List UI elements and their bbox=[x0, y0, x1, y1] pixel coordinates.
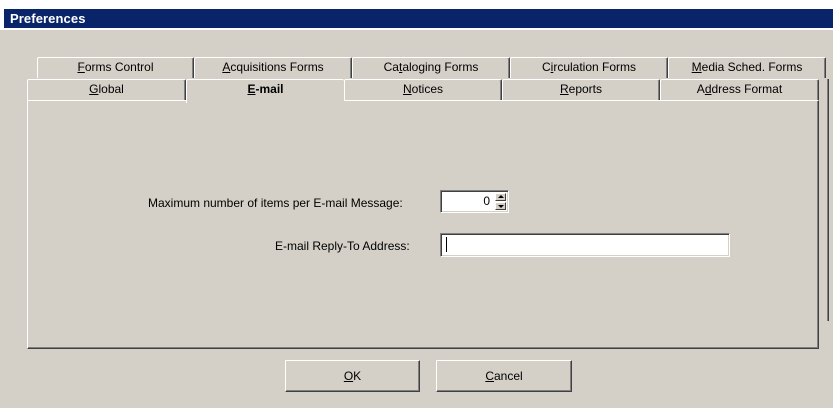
tab-label-rest: eports bbox=[568, 82, 603, 96]
tab-label-rest: aloging Forms bbox=[402, 60, 479, 74]
arrow-up-icon bbox=[498, 195, 504, 198]
spinner-down-button[interactable] bbox=[495, 202, 506, 210]
tab-label-rest: cquisitions Forms bbox=[230, 60, 324, 74]
reply-to-input[interactable] bbox=[440, 233, 730, 257]
tab-accelerator: N bbox=[402, 82, 412, 96]
tab-label-rest: dress Format bbox=[711, 82, 783, 96]
titlebar-background: Preferences bbox=[4, 9, 833, 28]
tab-accelerator: R bbox=[559, 82, 569, 96]
button-label-rest: ancel bbox=[493, 368, 523, 383]
tab-media-sched-forms[interactable]: Media Sched. Forms bbox=[668, 57, 826, 78]
spinner-up-button[interactable] bbox=[495, 193, 506, 201]
tab-label-prefix: Ca bbox=[383, 60, 399, 74]
tab-notices[interactable]: Notices bbox=[344, 79, 502, 100]
cancel-button[interactable]: Cancel bbox=[436, 360, 572, 392]
reply-to-label: E-mail Reply-To Address: bbox=[275, 239, 410, 253]
tab-label-rest: edia Sched. Forms bbox=[701, 60, 803, 74]
button-label-rest: K bbox=[353, 368, 362, 383]
tab-label-rest: lobal bbox=[98, 82, 124, 96]
tab-label-rest: orms Control bbox=[84, 60, 154, 74]
button-accelerator: C bbox=[485, 368, 494, 383]
arrow-down-icon bbox=[498, 205, 504, 208]
max-items-value: 0 bbox=[483, 194, 490, 208]
window-title: Preferences bbox=[10, 11, 86, 26]
tab-label-prefix: A bbox=[696, 82, 705, 96]
tab-email[interactable]: E-mail bbox=[186, 79, 344, 103]
tab-accelerator: F bbox=[77, 60, 85, 74]
tab-reports[interactable]: Reports bbox=[502, 79, 660, 100]
spinner-buttons bbox=[495, 193, 506, 210]
max-items-spinner[interactable]: 0 bbox=[440, 190, 509, 213]
tab-address-format[interactable]: Address Format bbox=[660, 79, 819, 100]
tab-global[interactable]: Global bbox=[27, 79, 186, 100]
ok-button[interactable]: OK bbox=[285, 360, 420, 392]
tab-forms-control[interactable]: Forms Control bbox=[37, 57, 194, 78]
tab-acquisitions-forms[interactable]: Acquisitions Forms bbox=[194, 57, 352, 78]
window-titlebar: Preferences bbox=[0, 0, 833, 30]
tab-accelerator: E bbox=[247, 82, 256, 96]
button-accelerator: O bbox=[343, 368, 354, 383]
tab-label-rest: rculation Forms bbox=[553, 60, 637, 74]
tab-label-prefix: C bbox=[541, 60, 551, 74]
tab-label-rest: otices bbox=[411, 82, 444, 96]
text-caret bbox=[446, 237, 447, 252]
tab-circulation-forms[interactable]: Circulation Forms bbox=[510, 57, 668, 78]
max-items-label: Maximum number of items per E-mail Messa… bbox=[148, 196, 403, 210]
email-tab-panel bbox=[27, 100, 819, 349]
tab-label-rest: -mail bbox=[255, 82, 284, 96]
tab-accelerator: d bbox=[704, 82, 712, 96]
tab-cataloging-forms[interactable]: Cataloging Forms bbox=[352, 57, 510, 78]
tab-accelerator: M bbox=[691, 60, 702, 74]
